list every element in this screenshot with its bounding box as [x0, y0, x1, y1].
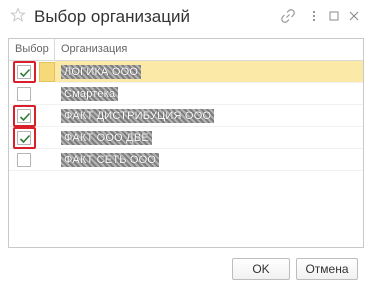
more-icon[interactable]: [306, 8, 322, 24]
row-checkbox[interactable]: [17, 108, 31, 123]
table-row[interactable]: ЛОГИКА ООО: [9, 60, 363, 83]
column-header-select[interactable]: Выбор: [9, 39, 55, 60]
select-cell[interactable]: [9, 60, 55, 83]
organization-name: Смартека: [61, 86, 119, 101]
column-header-organization[interactable]: Организация: [55, 39, 127, 60]
table-row[interactable]: ФАКТ ООО ДВЕ: [9, 126, 363, 149]
select-cell[interactable]: [9, 149, 55, 171]
link-icon[interactable]: [280, 8, 296, 24]
organization-name: ФАКТ ООО ДВЕ: [61, 130, 152, 145]
current-row-marker: [39, 61, 55, 82]
organization-name: ФАКТ ДИСТРИБУЦИЯ ООО: [61, 108, 215, 123]
row-checkbox[interactable]: [17, 152, 31, 167]
window-title: Выбор организаций: [34, 7, 190, 26]
table-row[interactable]: Смартека: [9, 83, 363, 105]
row-checkbox[interactable]: [17, 130, 31, 145]
select-cell[interactable]: [9, 104, 55, 127]
select-cell[interactable]: [9, 126, 55, 149]
maximize-icon[interactable]: [326, 8, 342, 24]
table-row[interactable]: ФАКТ ДИСТРИБУЦИЯ ООО: [9, 104, 363, 127]
row-checkbox[interactable]: [17, 64, 31, 79]
organization-name: ЛОГИКА ООО: [61, 64, 142, 79]
select-cell[interactable]: [9, 83, 55, 105]
close-icon[interactable]: [346, 8, 362, 24]
row-checkbox[interactable]: [17, 86, 31, 101]
organization-name: ФАКТ СЕТЬ ООО: [61, 152, 160, 167]
star-icon[interactable]: [10, 7, 26, 23]
table-row[interactable]: ФАКТ СЕТЬ ООО: [9, 149, 363, 171]
cancel-button[interactable]: Отмена: [296, 258, 358, 280]
organizations-table: Выбор Организация ЛОГИКА ООО Смартека ФА…: [8, 38, 364, 248]
title-bar: Выбор организаций: [0, 0, 372, 36]
table-header: Выбор Организация: [9, 39, 363, 61]
ok-button[interactable]: OK: [232, 258, 290, 280]
